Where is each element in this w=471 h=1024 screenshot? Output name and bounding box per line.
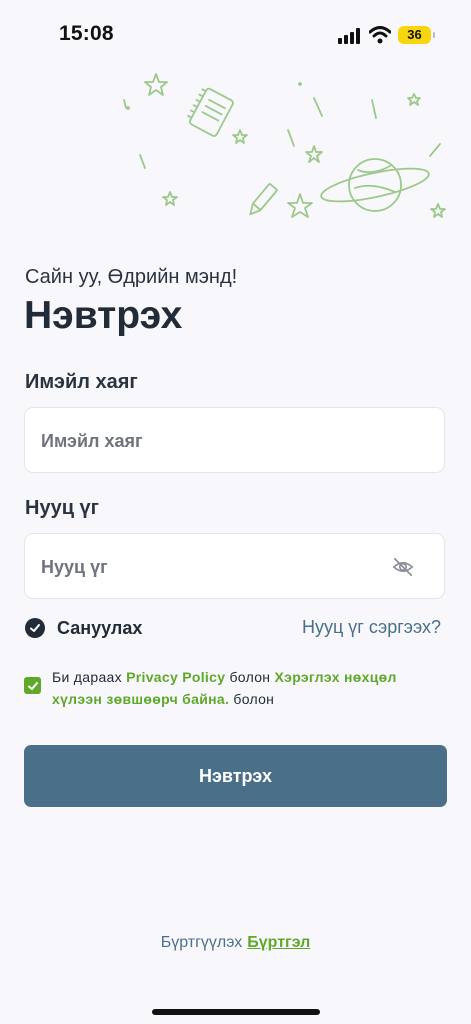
password-input[interactable] [39,534,383,600]
page-title: Нэвтрэх [24,294,183,337]
email-field-container[interactable] [24,407,445,474]
cellular-signal-icon [338,28,360,44]
login-button[interactable]: Нэвтрэх [24,745,447,807]
remember-me-toggle[interactable]: Сануулах [25,617,142,639]
terms-middle: болон [229,669,271,685]
remember-label: Сануулах [57,617,143,638]
forgot-password-link[interactable]: Нууц үг сэргээх? [302,617,441,638]
wifi-icon [369,26,391,44]
password-field-container[interactable] [24,533,445,600]
battery-indicator: 36 [398,26,435,44]
password-label: Нууц үг [25,497,99,519]
status-time: 15:08 [59,22,114,45]
email-input[interactable] [39,408,383,474]
hide-password-icon[interactable] [392,556,414,578]
terms-agreement-text: Би дараах Privacy Policy болон Хэрэглэх … [52,666,442,710]
home-indicator[interactable] [152,1009,320,1015]
remember-checkbox[interactable] [25,618,45,638]
checkmark-icon [30,624,40,632]
privacy-policy-link[interactable]: Privacy Policy [126,669,225,685]
email-label: Имэйл хаяг [25,371,138,393]
register-row: Бүртгүүлэх Бүртгэл [0,934,471,952]
terms-checkbox[interactable] [24,677,41,694]
greeting-text: Сайн уу, Өдрийн мэнд! [25,266,238,288]
space-doodle-illustration [123,73,446,218]
terms-prefix: Би дараах [52,669,122,685]
terms-suffix: болон [233,691,275,707]
register-link[interactable]: Бүртгэл [247,934,310,951]
checkmark-icon [27,681,38,690]
register-prompt: Бүртгүүлэх [160,934,243,951]
